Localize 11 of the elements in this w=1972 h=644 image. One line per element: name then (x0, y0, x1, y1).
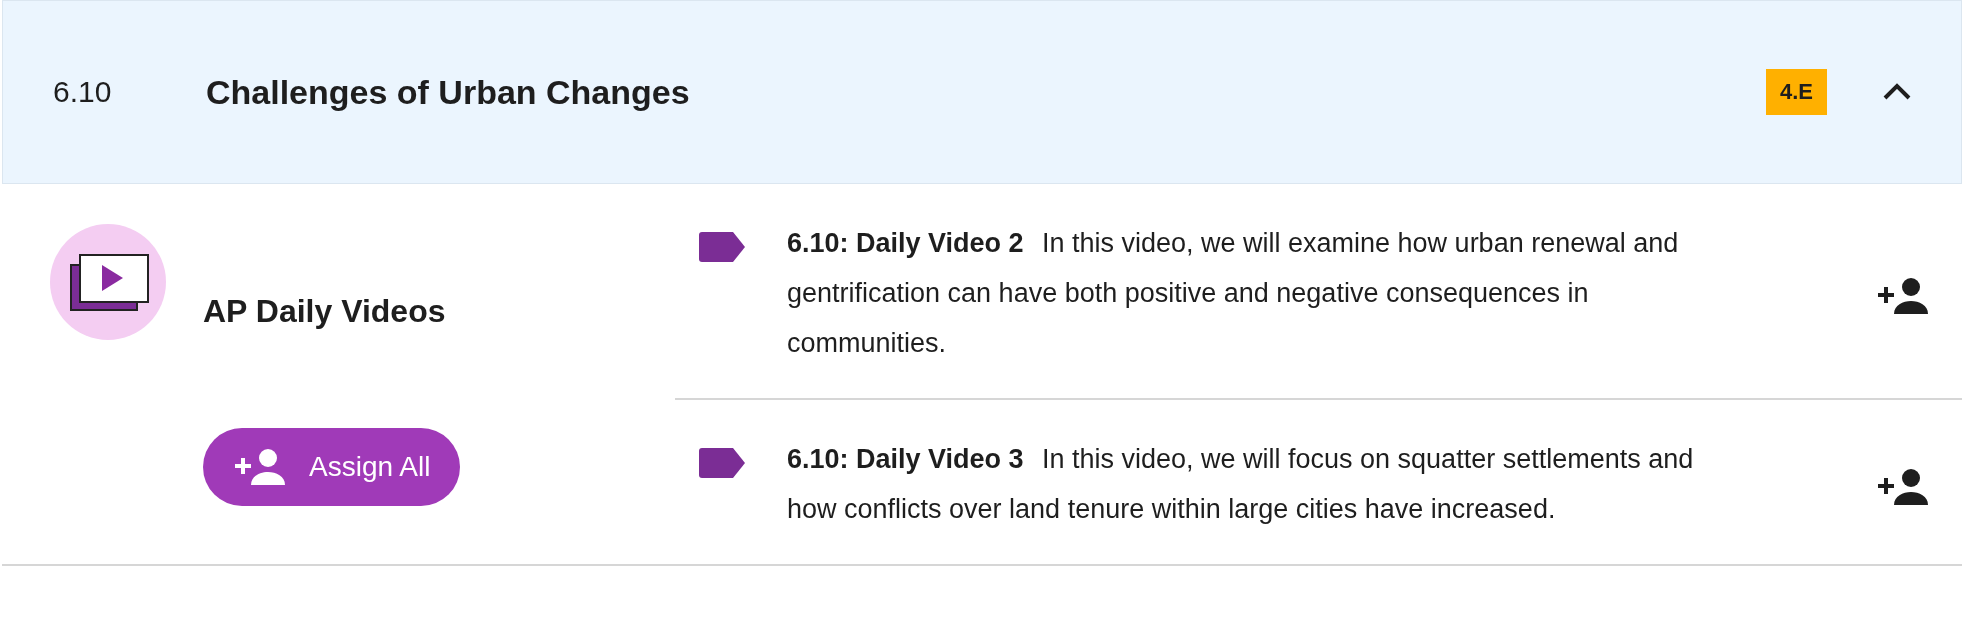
section-title: Challenges of Urban Changes (206, 72, 691, 112)
tag-icon (699, 448, 745, 478)
assign-all-button[interactable]: Assign All (203, 428, 461, 506)
section-number: 6.10 (53, 75, 113, 109)
tag-icon (699, 232, 745, 262)
video-description: 6.10: Daily Video 3 In this video, we will focus on squatter settlements and how conflicts over land tenure within large cities have increased. (787, 443, 1695, 526)
standard-badge: 4.E (1765, 69, 1827, 115)
video-description: 6.10: Daily Video 2 In this video, we will examine how urban renewal and gentrification can have both positive and negative consequences in communities. (787, 227, 1680, 360)
video-icon (50, 224, 166, 340)
group-title: AP Daily Videos (203, 292, 447, 330)
chevron-icon (1882, 82, 1912, 102)
